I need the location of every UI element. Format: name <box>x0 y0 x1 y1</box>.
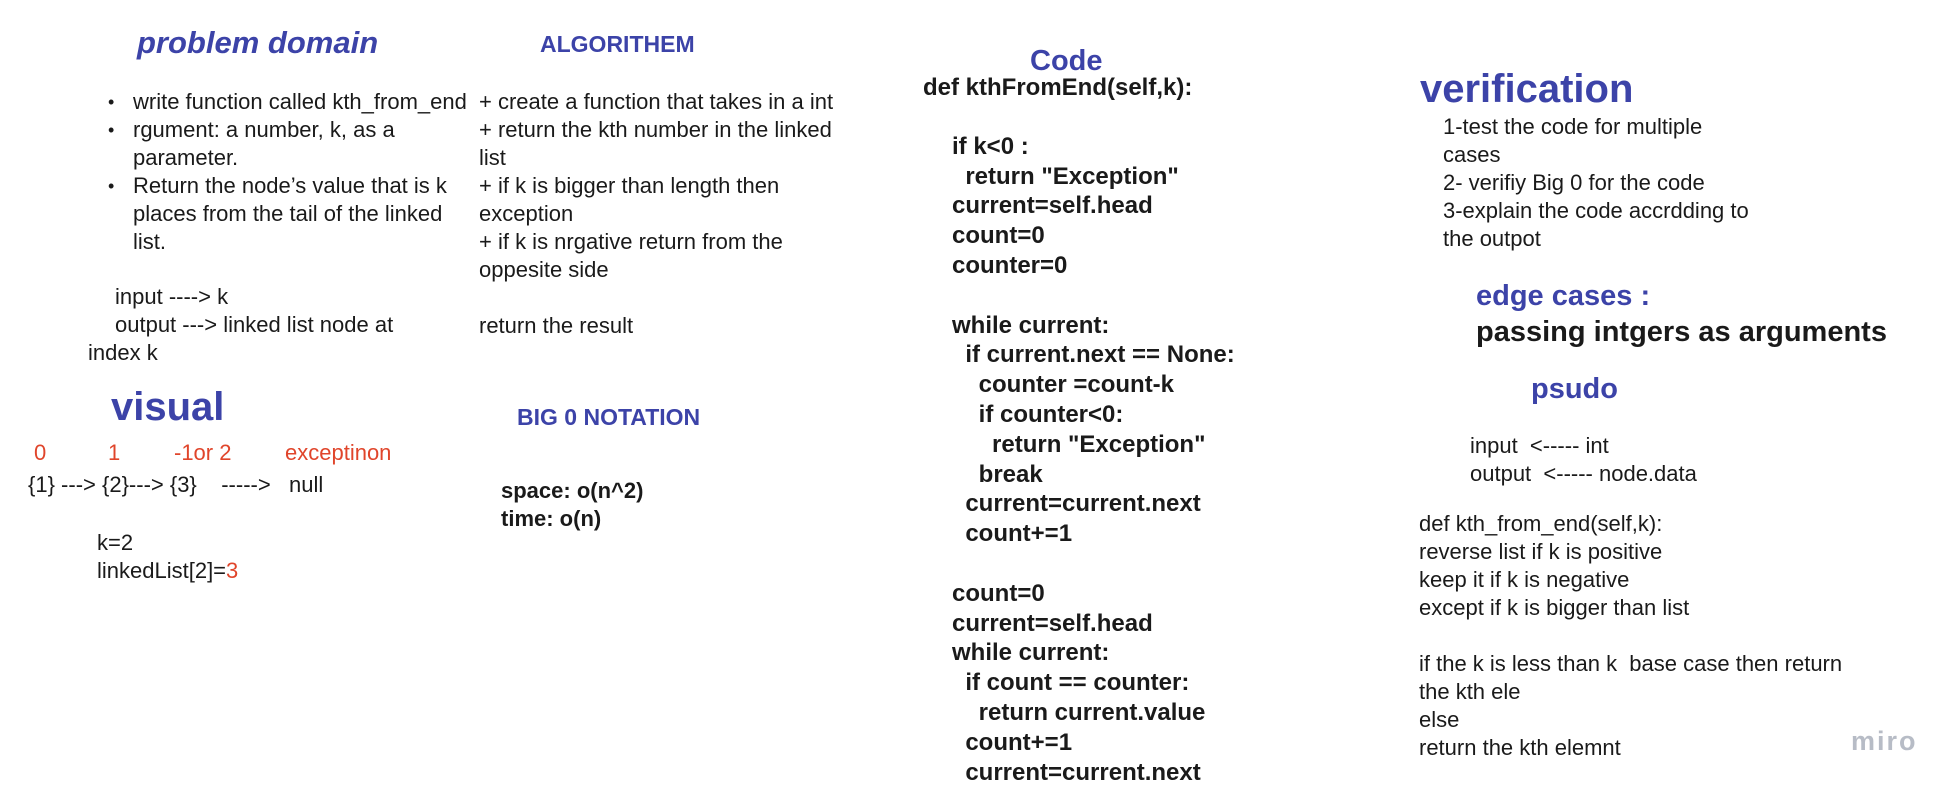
code-line: if k<0 : <box>952 132 1029 160</box>
code-line: count=0 <box>952 579 1045 607</box>
miro-watermark-logo: miro <box>1851 726 1918 756</box>
psudo-line: reverse list if k is positive <box>1419 539 1663 564</box>
verification-line: 1-test the code for multiple <box>1443 114 1703 139</box>
verification-line: the outpot <box>1443 226 1541 251</box>
psudo-input-line: input <----- int <box>1470 433 1609 458</box>
algorithm-line: + create a function that takes in a int <box>479 89 834 114</box>
code-line: while current: <box>952 311 1110 339</box>
problem-input-line: input ----> k <box>115 284 229 309</box>
algorithm-line: return the result <box>479 313 634 338</box>
visual-label: -1or 2 <box>174 440 232 465</box>
problem-domain-title: problem domain <box>137 25 379 60</box>
algorithm-line: + if k is bigger than length then <box>479 173 780 198</box>
time-complexity: time: o(n) <box>501 506 602 531</box>
algorithm-steps: + create a function that takes in a int … <box>479 88 833 340</box>
visual-label: 1 <box>108 440 121 465</box>
psudo-title: psudo <box>1531 373 1618 405</box>
visual-label: exceptinon <box>285 440 392 465</box>
psudo-line: if the k is less than k base case then r… <box>1419 651 1843 676</box>
psudo-line: keep it if k is negative <box>1419 567 1630 592</box>
code-line: if current.next == None: <box>952 341 1235 369</box>
code-line: return "Exception" <box>952 162 1179 190</box>
edge-cases-text: passing intgers as arguments <box>1476 316 1887 348</box>
list-item: rgument: a number, k, as a parameter. <box>108 116 473 172</box>
list-item: write function called kth_from_end <box>108 88 473 116</box>
psudo-line <box>1419 622 1842 650</box>
linked-list-diagram: {1} ---> {2}---> {3} -----> null <box>28 472 324 497</box>
code-line: current=current.next <box>952 758 1201 786</box>
problem-output-line: output ---> linked list node at <box>115 312 394 337</box>
linked-list-index-result: linkedList[2]=3 <box>97 557 238 585</box>
verification-steps: 1-test the code for multiple cases 2- ve… <box>1443 113 1749 253</box>
algorithm-line: oppesite side <box>479 257 609 282</box>
code-line: current=self.head <box>952 609 1153 637</box>
visual-label: 0 <box>34 440 47 465</box>
code-line: count+=1 <box>952 728 1073 756</box>
code-line: return "Exception" <box>952 430 1206 458</box>
algorithm-line <box>479 284 833 312</box>
psudo-output-line: output <----- node.data <box>1470 461 1697 486</box>
linked-list-value: 3 <box>226 558 239 583</box>
code-line: if count == counter: <box>952 669 1190 697</box>
problem-domain-bullets: write function called kth_from_end rgume… <box>108 88 473 256</box>
algorithm-line: + return the kth number in the linked <box>479 117 832 142</box>
psudo-steps: def kth_from_end(self,k): reverse list i… <box>1419 510 1842 762</box>
space-complexity: space: o(n^2) <box>501 478 644 503</box>
verification-title: verification <box>1420 67 1634 111</box>
psudo-line: else <box>1419 707 1460 732</box>
algorithm-line: list <box>479 145 506 170</box>
big-o-title: BIG 0 NOTATION <box>517 404 701 430</box>
algorithm-title: ALGORITHEM <box>540 31 695 57</box>
problem-output-continued: index k <box>88 340 158 365</box>
k-value: k=2 <box>97 530 134 555</box>
psudo-line: except if k is bigger than list <box>1419 595 1690 620</box>
linked-list-expression: linkedList[2]= <box>97 558 227 583</box>
code-line: counter =count-k <box>952 371 1175 399</box>
code-block: if k<0 : return "Exception" current=self… <box>952 102 1235 787</box>
code-line: counter=0 <box>952 251 1068 279</box>
code-line: count+=1 <box>952 520 1073 548</box>
code-line: current=self.head <box>952 192 1153 220</box>
psudo-line: the kth ele <box>1419 679 1521 704</box>
edge-cases-title: edge cases : <box>1476 280 1651 312</box>
algorithm-line: + if k is nrgative return from the <box>479 229 783 254</box>
list-item: Return the node’s value that is k places… <box>108 172 473 256</box>
psudo-line: def kth_from_end(self,k): <box>1419 511 1663 536</box>
code-signature: def kthFromEnd(self,k): <box>923 74 1193 101</box>
code-line: return current.value <box>952 698 1206 726</box>
visual-title: visual <box>111 385 225 429</box>
code-line: if counter<0: <box>952 400 1124 428</box>
verification-line: 2- verifiy Big 0 for the code <box>1443 170 1705 195</box>
psudo-line: return the kth elemnt <box>1419 735 1621 760</box>
algorithm-line: exception <box>479 201 574 226</box>
verification-line: 3-explain the code accrdding to <box>1443 198 1749 223</box>
code-line: while current: <box>952 639 1110 667</box>
code-line: count=0 <box>952 222 1045 250</box>
verification-line: cases <box>1443 142 1501 167</box>
code-line: current=current.next <box>952 490 1201 518</box>
code-line: break <box>952 460 1043 488</box>
